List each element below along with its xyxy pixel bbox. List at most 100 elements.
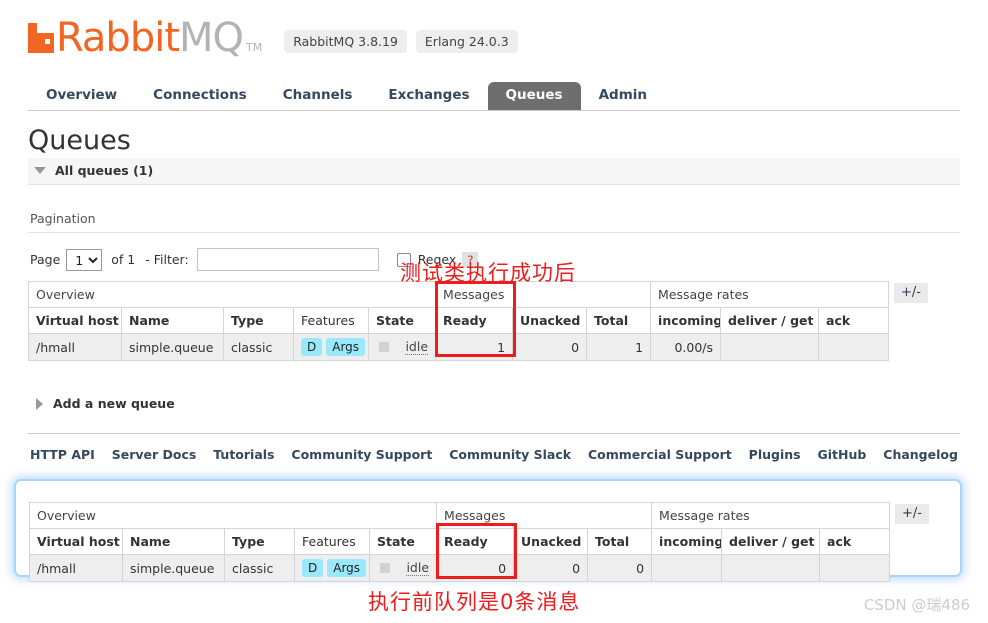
group-overview: Overview (27, 281, 437, 309)
feature-badge-args: Args (326, 338, 366, 357)
col-unacked[interactable]: Unacked (512, 307, 588, 335)
col-total[interactable]: Total (587, 528, 653, 555)
all-queues-section-header[interactable]: All queues (1) (28, 158, 960, 186)
cell-incoming (651, 553, 723, 583)
queues-table-top-block: 测试类执行成功后 Overview Messages Message rates… (27, 261, 960, 377)
col-name[interactable]: Name (122, 528, 225, 555)
page-select[interactable]: 1 (66, 248, 103, 271)
cell-deliver-get (720, 333, 820, 362)
col-type[interactable]: Type (223, 307, 294, 335)
cell-state: idle (368, 553, 438, 583)
tab-connections[interactable]: Connections (135, 82, 265, 111)
chevron-down-icon (34, 167, 46, 175)
filter-label: - Filter: (145, 252, 189, 268)
footer-link-github[interactable]: GitHub (818, 447, 867, 462)
page-of-label: of 1 (111, 252, 136, 268)
group-message-rates: Message rates (651, 502, 891, 529)
table-column-header-row: Virtual host Name Type Features State Re… (28, 307, 890, 335)
logo-text-mq: MQ (179, 15, 244, 61)
cell-virtual-host: /hmall (29, 553, 123, 583)
footer-link-community-slack[interactable]: Community Slack (449, 447, 571, 462)
add-queue-label: Add a new queue (53, 396, 175, 412)
col-state[interactable]: State (367, 307, 437, 335)
cell-name[interactable]: simple.queue (122, 553, 225, 583)
toggle-columns-button-top[interactable]: +/- (894, 283, 928, 304)
cell-incoming: 0.00/s (650, 333, 722, 362)
cell-features: D Args (294, 553, 370, 583)
table-row[interactable]: /hmall simple.queue classic D Args idle 1… (28, 333, 890, 362)
footer-link-commercial-support[interactable]: Commercial Support (588, 447, 732, 462)
page-title: Queues (28, 125, 131, 156)
col-total[interactable]: Total (586, 307, 652, 335)
chevron-right-icon (36, 397, 43, 410)
state-text: idle (406, 560, 430, 577)
cell-ack (819, 553, 891, 583)
cell-total: 1 (586, 333, 652, 362)
annotation-top-note: 测试类执行成功后 (400, 261, 576, 286)
rabbitmq-logo[interactable]: Rabbit MQ TM (28, 18, 262, 58)
footer-link-tutorials[interactable]: Tutorials (213, 447, 274, 462)
col-virtual-host[interactable]: Virtual host (29, 528, 123, 555)
footer-link-http-api[interactable]: HTTP API (30, 447, 95, 462)
footer-links: HTTP API Server Docs Tutorials Community… (28, 433, 960, 462)
cell-ack (818, 333, 890, 362)
col-ack[interactable]: ack (819, 528, 891, 555)
feature-badge-durable: D (302, 559, 324, 578)
erlang-version-badge: Erlang 24.0.3 (415, 29, 518, 53)
queues-table-bottom-block: Overview Messages Message rates Virtual … (28, 502, 929, 583)
feature-badge-durable: D (301, 338, 323, 357)
col-incoming[interactable]: incoming (650, 307, 722, 335)
cell-deliver-get (721, 553, 821, 583)
main-navigation: Overview Connections Channels Exchanges … (28, 80, 960, 111)
tab-overview[interactable]: Overview (28, 82, 135, 111)
state-indicator-icon (380, 563, 391, 574)
state-indicator-icon (379, 342, 390, 353)
col-unacked[interactable]: Unacked (513, 528, 589, 555)
footer-link-server-docs[interactable]: Server Docs (112, 447, 197, 462)
cell-unacked: 0 (512, 333, 588, 362)
pagination-label: Pagination (28, 199, 960, 234)
cell-type: classic (223, 333, 294, 362)
cell-name[interactable]: simple.queue (121, 333, 224, 362)
footer-link-plugins[interactable]: Plugins (749, 447, 801, 462)
table-row[interactable]: /hmall simple.queue classic D Args idle 0… (29, 553, 891, 583)
cell-ready: 0 (436, 553, 515, 583)
col-type[interactable]: Type (224, 528, 295, 555)
cell-ready: 1 (435, 333, 514, 362)
watermark: CSDN @瑞486 (863, 596, 970, 614)
col-features: Features (294, 528, 370, 555)
group-message-rates: Message rates (650, 281, 890, 309)
version-badges: RabbitMQ 3.8.19 Erlang 24.0.3 (284, 24, 518, 53)
col-features: Features (293, 307, 369, 335)
queues-table-bottom: Overview Messages Message rates Virtual … (28, 502, 891, 583)
col-ack[interactable]: ack (818, 307, 890, 335)
tab-queues[interactable]: Queues (487, 81, 581, 110)
rabbitmq-logo-icon (28, 23, 54, 53)
table-group-header-row: Overview Messages Message rates (28, 502, 891, 529)
cell-state: idle (367, 333, 437, 362)
col-deliver-get[interactable]: deliver / get (721, 528, 821, 555)
annotation-bottom-note: 执行前队列是0条消息 (368, 590, 581, 614)
group-overview: Overview (28, 502, 438, 529)
tab-admin[interactable]: Admin (581, 82, 665, 111)
cell-unacked: 0 (513, 553, 589, 583)
logo-text-rabbit: Rabbit (56, 15, 180, 61)
tab-exchanges[interactable]: Exchanges (370, 82, 487, 111)
footer-link-community-support[interactable]: Community Support (291, 447, 432, 462)
col-deliver-get[interactable]: deliver / get (720, 307, 820, 335)
footer-link-changelog[interactable]: Changelog (883, 447, 958, 462)
col-state[interactable]: State (368, 528, 438, 555)
toggle-columns-button-bottom[interactable]: +/- (895, 504, 929, 525)
col-ready[interactable]: Ready (436, 528, 515, 555)
cell-virtual-host: /hmall (28, 333, 122, 362)
col-incoming[interactable]: incoming (651, 528, 723, 555)
filter-input[interactable] (196, 248, 379, 272)
col-name[interactable]: Name (121, 307, 224, 335)
page-label: Page (30, 252, 61, 268)
col-ready[interactable]: Ready (435, 307, 514, 335)
rabbitmq-version-badge: RabbitMQ 3.8.19 (284, 29, 407, 53)
tab-channels[interactable]: Channels (265, 82, 371, 111)
col-virtual-host[interactable]: Virtual host (28, 307, 122, 335)
add-queue-section-header[interactable]: Add a new queue (28, 391, 960, 418)
queues-table-top: Overview Messages Message rates Virtual … (27, 281, 890, 362)
